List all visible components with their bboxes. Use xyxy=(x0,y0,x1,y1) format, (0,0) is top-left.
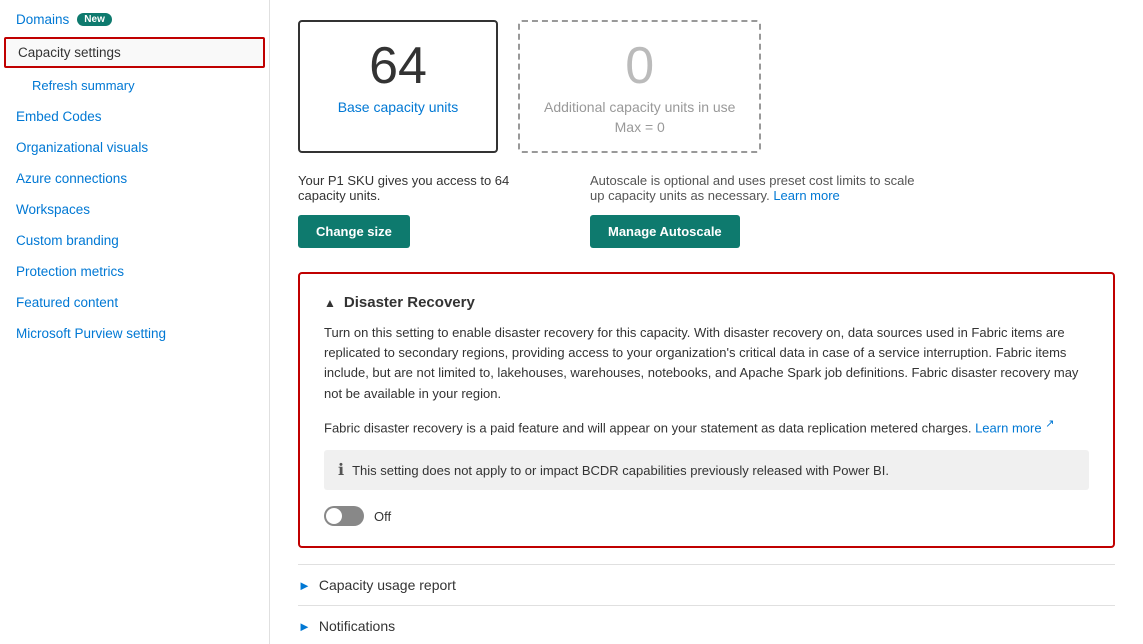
change-size-button[interactable]: Change size xyxy=(298,215,410,248)
chevron-right-icon: ► xyxy=(298,578,311,593)
manage-autoscale-button[interactable]: Manage Autoscale xyxy=(590,215,740,248)
workspaces-label: Workspaces xyxy=(16,202,90,217)
sidebar: Domains New Capacity settings Refresh su… xyxy=(0,0,270,644)
notifications-row[interactable]: ► Notifications xyxy=(298,605,1115,644)
base-info-text: Your P1 SKU gives you access to 64 capac… xyxy=(298,173,558,203)
sidebar-item-azure-connections[interactable]: Azure connections xyxy=(0,163,269,194)
autoscale-learn-more-link[interactable]: Learn more xyxy=(773,188,839,203)
disaster-recovery-heading: Disaster Recovery xyxy=(344,294,475,311)
collapse-icon[interactable]: ▲ xyxy=(324,296,336,310)
sidebar-item-workspaces[interactable]: Workspaces xyxy=(0,194,269,225)
disaster-recovery-title: ▲ Disaster Recovery xyxy=(324,294,1089,311)
notifications-label: Notifications xyxy=(319,618,395,634)
bcdr-notice: ℹ This setting does not apply to or impa… xyxy=(324,450,1089,490)
additional-units-label: Additional capacity units in use xyxy=(544,99,735,115)
chevron-right-icon-2: ► xyxy=(298,619,311,634)
base-info-block: Your P1 SKU gives you access to 64 capac… xyxy=(298,173,558,248)
additional-units-sub: Max = 0 xyxy=(544,119,735,135)
capacity-settings-label: Capacity settings xyxy=(18,45,121,60)
disaster-recovery-section: ▲ Disaster Recovery Turn on this setting… xyxy=(298,272,1115,548)
refresh-summary-label: Refresh summary xyxy=(32,78,135,93)
protection-metrics-label: Protection metrics xyxy=(16,264,124,279)
info-buttons-row: Your P1 SKU gives you access to 64 capac… xyxy=(298,173,1115,248)
sidebar-item-embed-codes[interactable]: Embed Codes xyxy=(0,101,269,132)
dr-body-paragraph2: Fabric disaster recovery is a paid featu… xyxy=(324,416,1089,438)
additional-capacity-card: 0 Additional capacity units in use Max =… xyxy=(518,20,761,153)
custom-branding-label: Custom branding xyxy=(16,233,119,248)
external-link-icon: ↗ xyxy=(1045,418,1054,430)
info-circle-icon: ℹ xyxy=(338,460,344,480)
main-content: 64 Base capacity units 0 Additional capa… xyxy=(270,0,1143,644)
bcdr-notice-text: This setting does not apply to or impact… xyxy=(352,463,889,478)
domains-label: Domains xyxy=(16,12,69,27)
sidebar-item-capacity-settings[interactable]: Capacity settings xyxy=(4,37,265,68)
base-capacity-card: 64 Base capacity units xyxy=(298,20,498,153)
sidebar-item-org-visuals[interactable]: Organizational visuals xyxy=(0,132,269,163)
dr-toggle[interactable] xyxy=(324,506,364,526)
sidebar-item-featured-content[interactable]: Featured content xyxy=(0,287,269,318)
capacity-cards-row: 64 Base capacity units 0 Additional capa… xyxy=(298,20,1115,153)
additional-units-number: 0 xyxy=(544,38,735,95)
disaster-recovery-body: Turn on this setting to enable disaster … xyxy=(324,323,1089,526)
sidebar-item-domains[interactable]: Domains New xyxy=(0,4,269,35)
base-units-label: Base capacity units xyxy=(324,99,472,115)
sidebar-item-purview[interactable]: Microsoft Purview setting xyxy=(0,318,269,349)
capacity-usage-row[interactable]: ► Capacity usage report xyxy=(298,564,1115,605)
sidebar-item-refresh-summary[interactable]: Refresh summary xyxy=(0,70,269,101)
toggle-row: Off xyxy=(324,506,1089,526)
sidebar-item-protection-metrics[interactable]: Protection metrics xyxy=(0,256,269,287)
azure-connections-label: Azure connections xyxy=(16,171,127,186)
autoscale-block: Autoscale is optional and uses preset co… xyxy=(590,173,930,248)
org-visuals-label: Organizational visuals xyxy=(16,140,148,155)
new-badge: New xyxy=(77,13,112,26)
sidebar-item-custom-branding[interactable]: Custom branding xyxy=(0,225,269,256)
featured-content-label: Featured content xyxy=(16,295,118,310)
capacity-usage-label: Capacity usage report xyxy=(319,577,456,593)
learn-more-link[interactable]: Learn more xyxy=(975,420,1041,435)
embed-codes-label: Embed Codes xyxy=(16,109,102,124)
purview-label: Microsoft Purview setting xyxy=(16,326,166,341)
base-units-number: 64 xyxy=(324,38,472,95)
toggle-knob xyxy=(326,508,342,524)
toggle-label: Off xyxy=(374,509,391,524)
dr-body-paragraph1: Turn on this setting to enable disaster … xyxy=(324,323,1089,404)
autoscale-text: Autoscale is optional and uses preset co… xyxy=(590,173,930,203)
